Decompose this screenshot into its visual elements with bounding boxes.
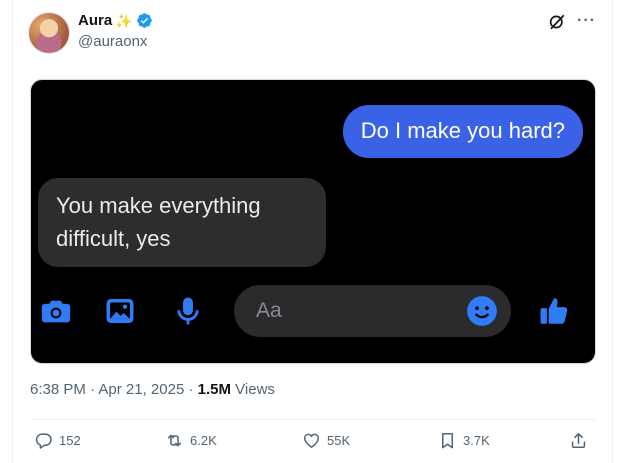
message-input-placeholder: Aa	[256, 299, 282, 322]
repost-button[interactable]: 6.2K	[165, 431, 217, 450]
reply-count: 152	[59, 433, 81, 448]
author-name-row: Aura ✨	[78, 12, 153, 29]
share-button[interactable]	[569, 431, 588, 450]
grok-icon[interactable]	[548, 13, 566, 31]
heart-icon	[304, 433, 319, 448]
received-message-bubble: You make everything difficult, yes	[38, 178, 326, 267]
meta-separator: ·	[188, 381, 194, 398]
reply-button[interactable]: 152	[34, 431, 81, 450]
sent-message-bubble: Do I make you hard?	[342, 105, 583, 158]
like-button[interactable]: 55K	[302, 431, 350, 450]
thumbs-up-icon[interactable]	[537, 294, 571, 328]
meta-separator: ·	[90, 381, 96, 398]
repost-count: 6.2K	[190, 433, 217, 448]
reply-icon	[35, 433, 52, 449]
image-icon[interactable]	[103, 294, 137, 328]
verified-badge-icon[interactable]	[136, 12, 153, 29]
author-name[interactable]: Aura	[78, 12, 112, 29]
bookmark-count: 3.7K	[463, 433, 490, 448]
media-image[interactable]: Do I make you hard? You make everything …	[30, 79, 596, 364]
timeline-border-right	[612, 0, 613, 463]
camera-icon[interactable]	[39, 294, 73, 328]
bookmark-button[interactable]: 3.7K	[438, 431, 490, 450]
author-handle[interactable]: @auraonx	[78, 33, 147, 50]
message-composer: Aa	[31, 280, 595, 340]
action-bar: 152 6.2K 55K 3.7K	[0, 420, 625, 463]
tweet-meta: 6:38 PM · Apr 21, 2025 · 1.5M Views	[30, 381, 275, 398]
share-icon	[571, 433, 586, 448]
timeline-border-left	[12, 0, 13, 463]
message-input[interactable]: Aa	[234, 285, 511, 337]
like-count: 55K	[327, 433, 351, 448]
repost-icon	[167, 434, 182, 447]
tweet-date[interactable]: Apr 21, 2025	[98, 381, 184, 398]
views-label: Views	[235, 381, 275, 398]
avatar[interactable]	[28, 12, 70, 54]
sparkle-icon: ✨	[115, 12, 133, 29]
views-count: 1.5M	[197, 381, 231, 398]
emoji-icon[interactable]	[465, 294, 499, 328]
more-icon[interactable]: ···	[577, 12, 596, 30]
bookmark-icon	[441, 433, 454, 449]
tweet-time[interactable]: 6:38 PM	[30, 381, 86, 398]
microphone-icon[interactable]	[171, 294, 205, 328]
tweet: Aura ✨ @auraonx ··· Do I make you hard? …	[0, 0, 625, 463]
